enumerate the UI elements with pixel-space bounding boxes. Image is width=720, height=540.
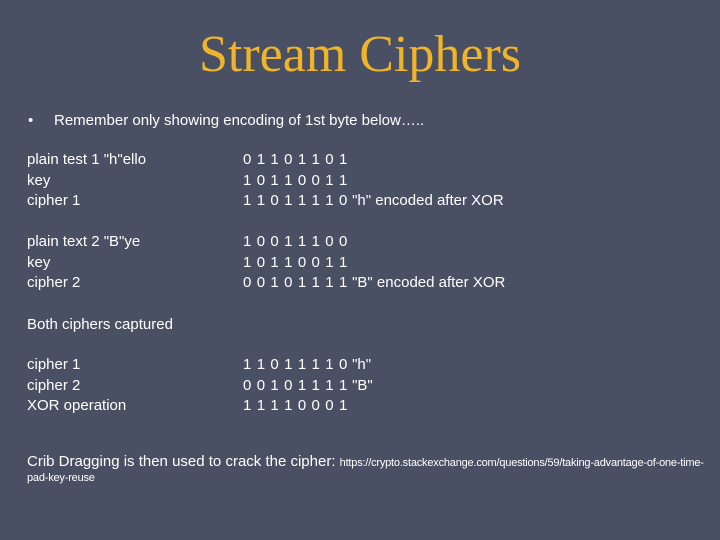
row-note: "B" encoded after XOR [347,274,506,291]
row-label: XOR operation [27,397,127,414]
table-row: cipher 1 1 1 0 1 1 1 1 0 "h" [27,355,373,376]
table-row: cipher 2 0 0 1 0 1 1 1 1 "B" encoded aft… [27,273,505,294]
table-row: cipher 2 0 0 1 0 1 1 1 1 "B" [27,376,373,397]
row-label: cipher 1 [27,356,81,373]
bullet-item: • Remember only showing encoding of 1st … [28,111,424,131]
row-label: key [27,171,51,189]
table-row: XOR operation 1 1 1 1 0 0 0 1 [27,396,373,417]
row-bits: 1 0 0 1 1 1 0 0 [243,233,348,250]
row-bits: 0 0 1 0 1 1 1 1 [243,376,348,394]
row-bits: 1 1 0 1 1 1 1 0 [243,356,348,373]
row-label: plain text 2 "B"ye [27,233,141,250]
xor-block: cipher 1 1 1 0 1 1 1 1 0 "h" cipher 2 0 … [27,355,373,417]
table-row: cipher 1 1 1 0 1 1 1 1 0 "h" encoded aft… [27,191,504,212]
bullet-text: Remember only showing encoding of 1st by… [54,112,425,129]
row-note: "h" encoded after XOR [347,192,504,209]
row-label: cipher 2 [27,274,81,291]
row-label: plain test 1 "h"ello [27,151,147,168]
footer-text: Crib Dragging is then used to crack the … [27,453,707,485]
table-row: plain text 2 "B"ye 1 0 0 1 1 1 0 0 [27,232,505,253]
row-bits: 1 0 1 1 0 0 1 1 [243,171,348,189]
row-note: "h" [347,356,372,373]
table-row: key 1 0 1 1 0 0 1 1 [27,171,504,192]
row-note: "B" [347,376,373,394]
table-row: plain test 1 "h"ello 0 1 1 0 1 1 0 1 [27,150,504,171]
row-label: cipher 2 [27,376,81,394]
plaintext-1-block: plain test 1 "h"ello 0 1 1 0 1 1 0 1 key… [27,150,504,212]
row-bits: 0 1 1 0 1 1 0 1 [243,151,348,168]
table-row: key 1 0 1 1 0 0 1 1 [27,253,505,274]
footer-sentence: Crib Dragging is then used to crack the … [27,453,340,470]
row-bits: 1 0 1 1 0 0 1 1 [243,253,348,271]
row-bits: 1 1 1 1 0 0 0 1 [243,397,348,414]
bullet-marker: • [28,112,34,129]
row-label: cipher 1 [27,192,81,209]
row-label: key [27,253,51,271]
row-bits: 0 0 1 0 1 1 1 1 [243,274,348,291]
slide-title: Stream Ciphers [198,26,522,83]
plaintext-2-block: plain text 2 "B"ye 1 0 0 1 1 1 0 0 key 1… [27,232,505,294]
captured-heading: Both ciphers captured [27,316,173,333]
row-bits: 1 1 0 1 1 1 1 0 [243,192,348,209]
